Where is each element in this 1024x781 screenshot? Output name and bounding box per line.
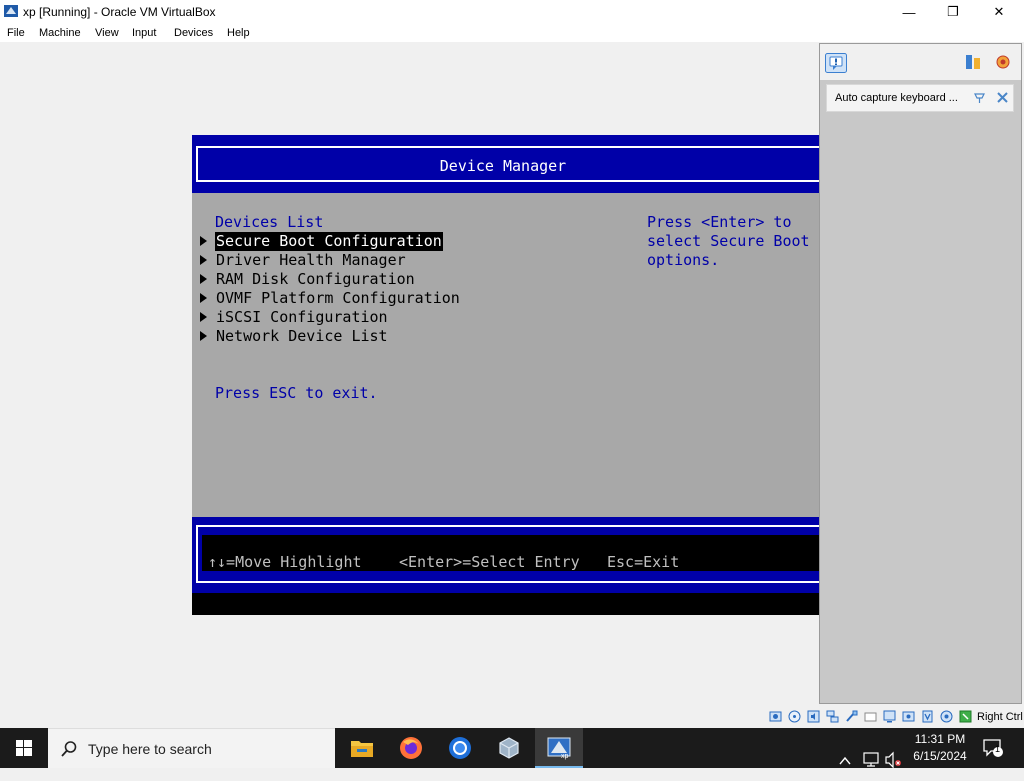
submenu-arrow-icon bbox=[200, 312, 207, 322]
clock-date: 6/15/2024 bbox=[913, 749, 967, 763]
recording-icon[interactable] bbox=[902, 710, 915, 723]
devices-list-heading: Devices List bbox=[215, 213, 324, 231]
bios-page-title: Device Manager bbox=[439, 157, 567, 175]
menu-item-ram-disk[interactable]: RAM Disk Configuration bbox=[192, 270, 632, 289]
notification-toolbar bbox=[820, 44, 1021, 80]
submenu-arrow-icon bbox=[200, 293, 207, 303]
menu-item-label: Secure Boot Configuration bbox=[215, 232, 443, 251]
display-icon[interactable] bbox=[883, 710, 896, 723]
taskbar-file-explorer[interactable] bbox=[338, 728, 386, 768]
help-text-line-2: select Secure Boot bbox=[647, 232, 810, 250]
close-icon[interactable] bbox=[996, 91, 1009, 104]
action-center-icon bbox=[983, 739, 1003, 757]
bios-body: Devices List Secure Boot Configuration D… bbox=[192, 193, 832, 517]
menu-item-label: OVMF Platform Configuration bbox=[216, 289, 460, 307]
footer-move-hint: ↑↓=Move Highlight bbox=[208, 553, 362, 571]
notification-center: Auto capture keyboard ... bbox=[819, 43, 1022, 704]
taskbar-clock[interactable]: 11:31 PM 6/15/2024 bbox=[898, 731, 982, 765]
windows-logo-icon bbox=[16, 740, 32, 756]
host-key-label[interactable]: Right Ctrl bbox=[977, 711, 1023, 723]
info-icon[interactable] bbox=[825, 53, 847, 73]
close-button[interactable]: ✕ bbox=[976, 0, 1022, 24]
close-icon: ✕ bbox=[993, 4, 1005, 19]
optical-drive-icon[interactable] bbox=[788, 710, 801, 723]
menu-item-label: Network Device List bbox=[216, 327, 388, 345]
menu-file[interactable]: File bbox=[7, 27, 25, 39]
notification-message[interactable]: Auto capture keyboard ... bbox=[826, 84, 1014, 112]
taskbar-chrome[interactable] bbox=[436, 728, 484, 768]
footer-select-hint: <Enter>=Select Entry bbox=[399, 553, 580, 571]
submenu-arrow-icon bbox=[200, 274, 207, 284]
menu-item-label: iSCSI Configuration bbox=[216, 308, 388, 326]
search-placeholder: Type here to search bbox=[88, 741, 212, 757]
title-bar: xp [Running] - Oracle VM VirtualBox — ❐ … bbox=[0, 0, 1024, 24]
virtualbox-app-icon bbox=[4, 5, 18, 17]
clock-time: 11:31 PM bbox=[914, 732, 966, 746]
vm-xp-icon: xp bbox=[547, 737, 571, 760]
taskbar-vm-xp[interactable]: xp bbox=[535, 728, 583, 768]
settings-list-icon[interactable] bbox=[965, 54, 981, 70]
taskbar-firefox[interactable] bbox=[387, 728, 435, 768]
network-icon[interactable] bbox=[826, 710, 839, 723]
audio-icon[interactable] bbox=[807, 710, 820, 723]
menu-item-ovmf-platform[interactable]: OVMF Platform Configuration bbox=[192, 289, 632, 308]
pin-icon[interactable] bbox=[973, 91, 986, 104]
menu-item-driver-health[interactable]: Driver Health Manager bbox=[192, 251, 632, 270]
minimize-icon: — bbox=[902, 4, 916, 20]
menu-devices[interactable]: Devices bbox=[174, 27, 213, 39]
minimize-button[interactable]: — bbox=[886, 0, 932, 24]
shared-folders-icon[interactable] bbox=[864, 710, 877, 723]
help-text-line-1: Press <Enter> to bbox=[647, 213, 792, 231]
firefox-icon bbox=[400, 737, 422, 759]
svg-text:xp: xp bbox=[561, 753, 569, 760]
menu-machine[interactable]: Machine bbox=[39, 27, 81, 39]
menu-view[interactable]: View bbox=[95, 27, 119, 39]
chevron-up-icon[interactable] bbox=[838, 741, 852, 781]
chrome-icon bbox=[449, 737, 471, 759]
hard-disk-icon[interactable] bbox=[769, 710, 782, 723]
notification-text: Auto capture keyboard ... bbox=[835, 92, 958, 104]
menu-help[interactable]: Help bbox=[227, 27, 250, 39]
restore-button[interactable]: ❐ bbox=[930, 0, 976, 24]
menu-item-network-device[interactable]: Network Device List bbox=[192, 327, 632, 346]
menu-item-label: Driver Health Manager bbox=[216, 251, 406, 269]
notification-count-badge: 1 bbox=[995, 744, 1001, 754]
restore-icon: ❐ bbox=[947, 4, 959, 19]
action-center-button[interactable]: 1 bbox=[982, 738, 1006, 760]
network-status-icon[interactable] bbox=[862, 740, 880, 780]
keyboard-icon[interactable] bbox=[959, 710, 972, 723]
menu-item-secure-boot[interactable]: Secure Boot Configuration bbox=[192, 232, 632, 251]
cpu-icon[interactable] bbox=[921, 710, 934, 723]
bios-header: Device Manager bbox=[192, 135, 832, 193]
taskbar-virtualbox[interactable] bbox=[485, 728, 533, 768]
taskbar: Type here to search xp 11:31 PM 6/15/202… bbox=[0, 728, 1024, 769]
menu-bar: File Machine View Input Devices Help bbox=[0, 24, 1024, 42]
menu-item-iscsi[interactable]: iSCSI Configuration bbox=[192, 308, 632, 327]
usb-icon[interactable] bbox=[845, 710, 858, 723]
vm-status-bar: Right Ctrl bbox=[760, 708, 1024, 728]
help-text-line-3: options. bbox=[647, 251, 720, 269]
vm-display[interactable]: Device Manager Devices List Secure Boot … bbox=[192, 135, 832, 615]
start-button[interactable] bbox=[0, 728, 48, 768]
window-title: xp [Running] - Oracle VM VirtualBox bbox=[23, 5, 216, 19]
search-icon bbox=[61, 741, 77, 757]
submenu-arrow-icon bbox=[200, 331, 207, 341]
exit-hint: Press ESC to exit. bbox=[215, 384, 378, 402]
menu-input[interactable]: Input bbox=[132, 27, 156, 39]
virtualbox-icon bbox=[499, 737, 519, 759]
mouse-integration-icon[interactable] bbox=[940, 710, 953, 723]
file-explorer-icon bbox=[351, 741, 373, 757]
submenu-arrow-icon bbox=[200, 236, 207, 246]
menu-item-label: RAM Disk Configuration bbox=[216, 270, 415, 288]
taskbar-search-box[interactable]: Type here to search bbox=[48, 728, 335, 768]
notifications-icon[interactable] bbox=[995, 54, 1011, 70]
bios-footer: ↑↓=Move Highlight <Enter>=Select Entry E… bbox=[192, 517, 832, 593]
footer-exit-hint: Esc=Exit bbox=[607, 553, 680, 571]
submenu-arrow-icon bbox=[200, 255, 207, 265]
